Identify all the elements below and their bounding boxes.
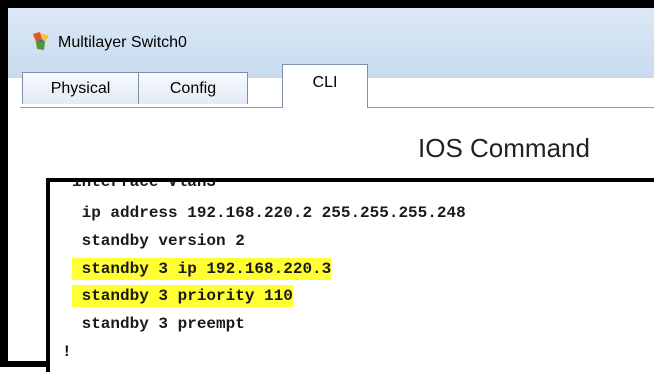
- tab-config[interactable]: Config: [138, 72, 248, 104]
- console-line: interface Vlan3: [72, 178, 217, 191]
- console-line: standby 3 preempt: [72, 315, 245, 333]
- page-title: IOS Command: [418, 133, 590, 163]
- console-line-highlighted: standby 3 ip 192.168.220.3: [72, 258, 332, 280]
- console-line: !: [62, 343, 72, 361]
- router-icon: [33, 32, 49, 50]
- window-title: Multilayer Switch0: [58, 34, 187, 51]
- console-line-highlighted: standby 3 priority 110: [72, 285, 293, 307]
- console-line: ip address 192.168.220.2 255.255.255.248: [72, 204, 466, 222]
- tab-cli[interactable]: CLI: [282, 64, 368, 108]
- tab-physical[interactable]: Physical: [22, 72, 139, 104]
- cli-console[interactable]: interface Vlan3 ip address 192.168.220.2…: [46, 178, 654, 372]
- console-line: standby version 2: [72, 232, 245, 250]
